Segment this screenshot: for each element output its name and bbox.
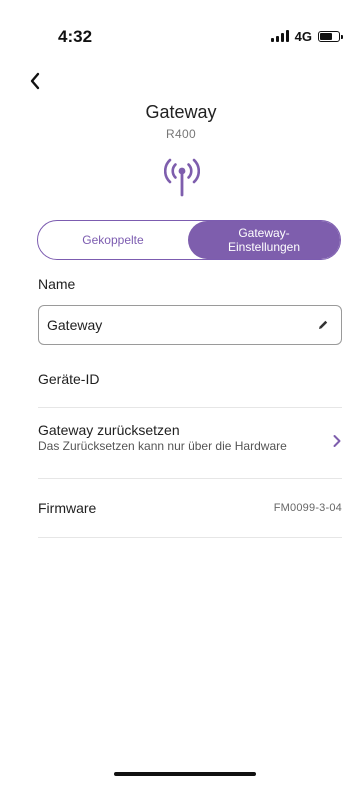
- firmware-label: Firmware: [38, 500, 97, 516]
- home-indicator[interactable]: [114, 772, 256, 776]
- divider: [38, 478, 342, 479]
- device-id-label: Geräte-ID: [38, 371, 100, 387]
- tab-gekoppelte-label: Gekoppelte: [82, 233, 144, 247]
- name-input[interactable]: [39, 306, 341, 344]
- divider: [38, 407, 342, 408]
- reset-subtitle: Das Zurücksetzen kann nur über die Hardw…: [38, 439, 287, 453]
- back-button[interactable]: [30, 70, 52, 92]
- signal-icon: [270, 30, 289, 42]
- tab-gateway-einstellungen[interactable]: Gateway-Einstellungen: [188, 221, 340, 259]
- firmware-value: FM0099-3-04: [273, 502, 342, 514]
- page-title: Gateway: [145, 102, 217, 122]
- chevron-right-icon: [333, 435, 341, 447]
- chevron-left-icon: [30, 72, 40, 90]
- reset-title: Gateway zurücksetzen: [38, 422, 180, 438]
- antenna-broadcast-icon: [163, 157, 201, 197]
- network-type: 4G: [294, 28, 312, 44]
- battery-icon: [318, 30, 343, 42]
- status-time: 4:32: [58, 27, 93, 46]
- name-field: [38, 305, 342, 345]
- status-indicators: 4G: [270, 28, 343, 44]
- reset-gateway-row[interactable]: Gateway zurücksetzen Das Zurücksetzen ka…: [38, 422, 342, 462]
- name-label: Name: [38, 276, 76, 292]
- pencil-icon[interactable]: [317, 319, 329, 331]
- device-model: R400: [166, 127, 196, 141]
- status-bar: 4:32 4G: [0, 0, 362, 60]
- tab-gateway-einstellungen-label: Gateway-Einstellungen: [227, 226, 301, 254]
- tab-gekoppelte[interactable]: Gekoppelte: [38, 221, 188, 259]
- divider: [38, 537, 342, 538]
- tab-switcher: Gekoppelte Gateway-Einstellungen: [37, 220, 341, 260]
